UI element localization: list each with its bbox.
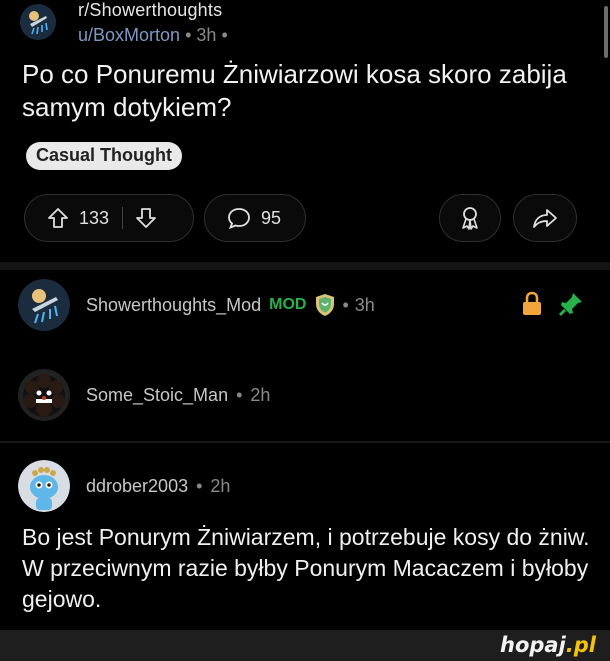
post-header: r/Showerthoughts u/BoxMorton • 3h • [20,0,228,46]
comment-sep: • [342,294,349,315]
post-author[interactable]: u/BoxMorton [78,25,180,45]
award-icon [458,205,482,231]
comment-count: 95 [261,207,282,228]
comment-header-ddrober: ddrober2003 • 2h [18,460,230,512]
post-age: 3h [196,25,217,45]
comment-age: 2h [250,384,271,405]
watermark-domain: .pl [565,633,596,657]
subreddit-avatar-icon[interactable] [20,4,56,40]
comment-age: 3h [354,294,375,315]
watermark: hopaj.pl [500,633,596,657]
comment-author[interactable]: Some_Stoic_Man [86,385,228,406]
section-divider [0,262,610,270]
comment-icon [227,207,251,229]
upvote-count: 133 [79,207,110,228]
upvote-icon[interactable] [47,207,69,229]
comment-divider [0,441,610,443]
comment-button[interactable]: 95 [204,194,306,242]
lock-icon [521,291,543,317]
downvote-icon[interactable] [135,207,157,229]
post-flair[interactable]: Casual Thought [26,142,182,170]
comment-sep: • [196,475,203,496]
pin-icon [558,291,584,317]
comment-sep: • [236,384,243,405]
mod-shield-icon [314,293,336,317]
user-avatar-icon[interactable] [18,460,70,512]
share-icon [532,207,558,229]
comment-author[interactable]: Showerthoughts_Mod [86,295,261,316]
user-avatar-icon[interactable] [18,369,70,421]
mod-avatar-icon[interactable] [18,279,70,331]
watermark-name: hopaj [500,633,566,657]
vote-pill: 133 [24,194,194,242]
comment-body: Bo jest Ponurym Żniwiarzem, i potrzebuje… [22,524,590,612]
award-button[interactable] [439,194,501,242]
share-button[interactable] [513,194,577,242]
subreddit-name[interactable]: r/Showerthoughts [78,0,228,21]
scrollbar[interactable] [604,6,608,58]
vote-divider [122,207,124,229]
comment-author[interactable]: ddrober2003 [86,476,188,497]
comment-header-mod: Showerthoughts_Mod MOD • 3h [18,279,375,331]
comment-age: 2h [210,475,231,496]
post-title: Po co Ponuremu Żniwiarzowi kosa skoro za… [22,59,567,122]
comment-header-stoic: Some_Stoic_Man • 2h [18,369,270,421]
mod-badge: MOD [269,296,307,313]
